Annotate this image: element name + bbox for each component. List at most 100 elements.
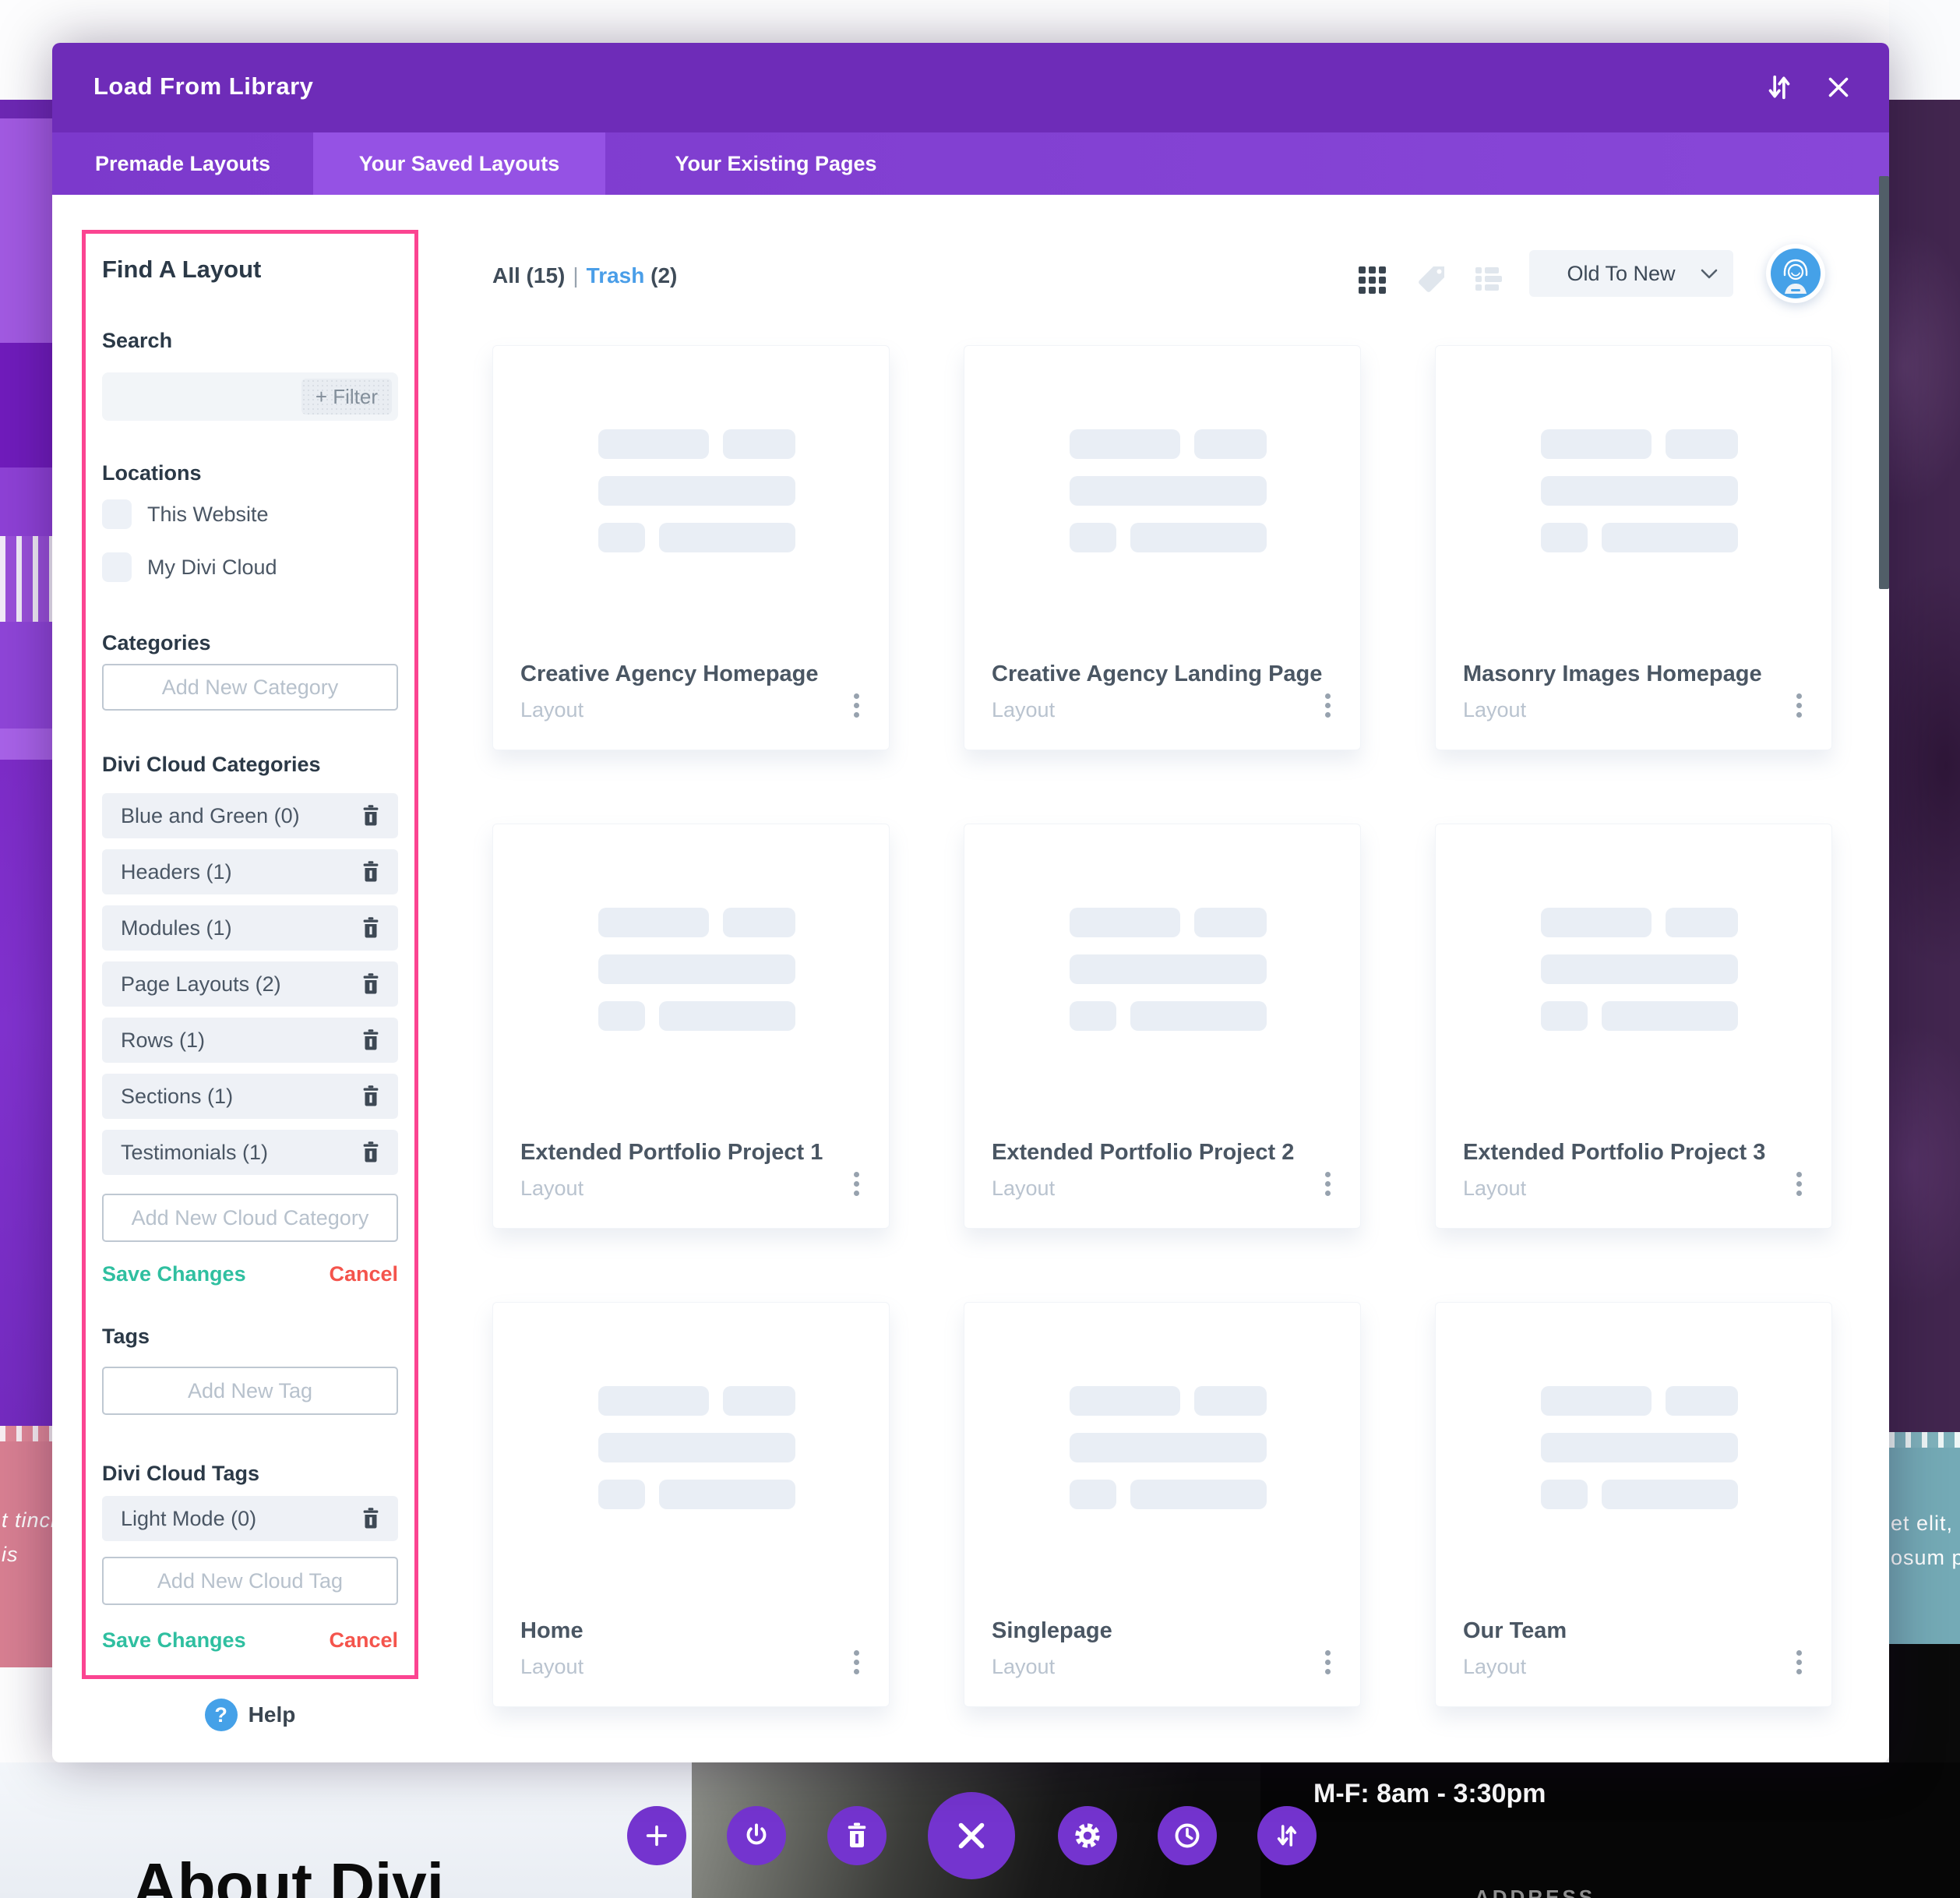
- layout-card-type: Layout: [992, 1177, 1055, 1201]
- layout-card[interactable]: Extended Portfolio Project 3 Layout: [1435, 824, 1832, 1229]
- card-options-menu[interactable]: [1796, 1650, 1802, 1674]
- bg-left-band: [0, 729, 52, 760]
- tab-premade-layouts[interactable]: Premade Layouts: [52, 132, 313, 195]
- filter-trash-link[interactable]: Trash: [587, 263, 645, 288]
- load-from-library-modal: Load From Library Premade Layouts Your S…: [52, 43, 1889, 1762]
- trash-icon[interactable]: [359, 804, 382, 827]
- checkbox-label: My Divi Cloud: [147, 556, 277, 580]
- add-button[interactable]: [627, 1806, 686, 1865]
- add-new-cloud-tag-input[interactable]: [102, 1557, 398, 1605]
- cloud-category-item[interactable]: Page Layouts (2): [102, 961, 398, 1007]
- card-options-menu[interactable]: [1325, 1650, 1331, 1674]
- bg-right-text-fragment: osum p: [1891, 1546, 1960, 1570]
- cloud-category-name: Page Layouts (2): [121, 972, 359, 997]
- trash-icon[interactable]: [359, 1085, 382, 1108]
- location-my-divi-cloud[interactable]: My Divi Cloud: [102, 552, 398, 583]
- modal-tabbar: Premade Layouts Your Saved Layouts Your …: [52, 132, 1889, 195]
- cloud-category-name: Testimonials (1): [121, 1141, 359, 1165]
- bg-left-band: [0, 118, 52, 343]
- tab-your-existing-pages[interactable]: Your Existing Pages: [605, 132, 947, 195]
- modal-title: Load From Library: [93, 72, 313, 101]
- trash-icon[interactable]: [359, 860, 382, 884]
- trash-icon[interactable]: [359, 1141, 382, 1164]
- layout-card[interactable]: Creative Agency Homepage Layout: [492, 345, 890, 750]
- card-options-menu[interactable]: [854, 1650, 859, 1674]
- clock-icon: [1173, 1822, 1201, 1850]
- bg-left-pink-section: t tinci is: [0, 1441, 52, 1667]
- layout-card[interactable]: Masonry Images Homepage Layout: [1435, 345, 1832, 750]
- filter-button[interactable]: + Filter: [301, 379, 392, 415]
- sidebar-title: Find A Layout: [102, 256, 398, 284]
- card-options-menu[interactable]: [1796, 693, 1802, 718]
- settings-button[interactable]: [1058, 1806, 1117, 1865]
- cloud-category-item[interactable]: Blue and Green (0): [102, 793, 398, 838]
- add-new-tag-input[interactable]: [102, 1367, 398, 1415]
- save-changes-link[interactable]: Save Changes: [102, 1628, 246, 1653]
- history-button[interactable]: [1158, 1806, 1217, 1865]
- trash-icon[interactable]: [359, 1028, 382, 1052]
- card-options-menu[interactable]: [1796, 1172, 1802, 1196]
- checkbox-label: This Website: [147, 503, 269, 527]
- add-new-category-input[interactable]: [102, 664, 398, 711]
- cloud-category-item[interactable]: Headers (1): [102, 849, 398, 894]
- filter-all[interactable]: All (15): [492, 263, 565, 288]
- layout-card-type: Layout: [1463, 1655, 1526, 1679]
- add-new-cloud-category-input[interactable]: [102, 1194, 398, 1242]
- account-avatar[interactable]: [1766, 244, 1825, 303]
- cloud-category-name: Headers (1): [121, 860, 359, 884]
- close-builder-button[interactable]: [928, 1792, 1015, 1879]
- trash-button[interactable]: [827, 1806, 887, 1865]
- trash-icon[interactable]: [359, 972, 382, 996]
- power-icon: [742, 1822, 770, 1850]
- layout-card[interactable]: Our Team Layout: [1435, 1302, 1832, 1707]
- sort-order-value: Old To New: [1567, 262, 1675, 286]
- sort-order-select[interactable]: Old To New: [1529, 250, 1733, 297]
- trash-icon[interactable]: [359, 916, 382, 940]
- modal-scrollbar-thumb[interactable]: [1879, 176, 1889, 589]
- tag-view-button[interactable]: [1415, 262, 1451, 298]
- layout-card-type: Layout: [1463, 1177, 1526, 1201]
- layout-card-title: Home: [520, 1618, 583, 1644]
- about-section-title: About Divi: [132, 1850, 444, 1898]
- find-a-layout-panel: Find A Layout Search + Filter Locations …: [82, 230, 418, 1679]
- card-options-menu[interactable]: [854, 1172, 859, 1196]
- list-view-button[interactable]: [1472, 262, 1507, 298]
- layout-card[interactable]: Extended Portfolio Project 2 Layout: [964, 824, 1361, 1229]
- cloud-category-item[interactable]: Testimonials (1): [102, 1130, 398, 1175]
- filter-separator: |: [573, 263, 578, 288]
- layout-card-title: Creative Agency Homepage: [520, 661, 819, 687]
- cloud-category-item[interactable]: Modules (1): [102, 905, 398, 951]
- cloud-tag-item[interactable]: Light Mode (0): [102, 1496, 398, 1541]
- save-changes-link[interactable]: Save Changes: [102, 1262, 246, 1286]
- close-modal-button[interactable]: [1821, 69, 1856, 105]
- checkbox[interactable]: [102, 499, 132, 529]
- bg-left-band: [0, 760, 52, 1426]
- cancel-link[interactable]: Cancel: [329, 1262, 398, 1286]
- portability-header-button[interactable]: [1761, 69, 1797, 105]
- cloud-category-item[interactable]: Sections (1): [102, 1074, 398, 1119]
- cloud-category-name: Blue and Green (0): [121, 804, 359, 828]
- cloud-tags-label: Divi Cloud Tags: [102, 1462, 398, 1486]
- portability-button[interactable]: [727, 1806, 786, 1865]
- card-options-menu[interactable]: [1325, 693, 1331, 718]
- bg-left-band: [0, 467, 52, 536]
- card-options-menu[interactable]: [1325, 1172, 1331, 1196]
- portability-arrows-button[interactable]: [1257, 1806, 1317, 1865]
- help-link[interactable]: ? Help: [82, 1699, 418, 1731]
- trash-icon[interactable]: [359, 1507, 382, 1530]
- layout-card[interactable]: Home Layout: [492, 1302, 890, 1707]
- layout-card[interactable]: Creative Agency Landing Page Layout: [964, 345, 1361, 750]
- tag-save-row: Save Changes Cancel: [102, 1627, 398, 1653]
- layout-card[interactable]: Singlepage Layout: [964, 1302, 1361, 1707]
- tab-your-saved-layouts[interactable]: Your Saved Layouts: [313, 132, 605, 195]
- gear-icon: [1073, 1821, 1102, 1850]
- cancel-link[interactable]: Cancel: [329, 1628, 398, 1653]
- results-filter-line: All (15)|Trash (2): [492, 263, 677, 288]
- layout-card-title: Extended Portfolio Project 1: [520, 1140, 823, 1166]
- layout-card[interactable]: Extended Portfolio Project 1 Layout: [492, 824, 890, 1229]
- grid-view-button[interactable]: [1355, 262, 1391, 298]
- checkbox[interactable]: [102, 552, 132, 582]
- location-this-website[interactable]: This Website: [102, 499, 398, 530]
- cloud-category-item[interactable]: Rows (1): [102, 1018, 398, 1063]
- card-options-menu[interactable]: [854, 693, 859, 718]
